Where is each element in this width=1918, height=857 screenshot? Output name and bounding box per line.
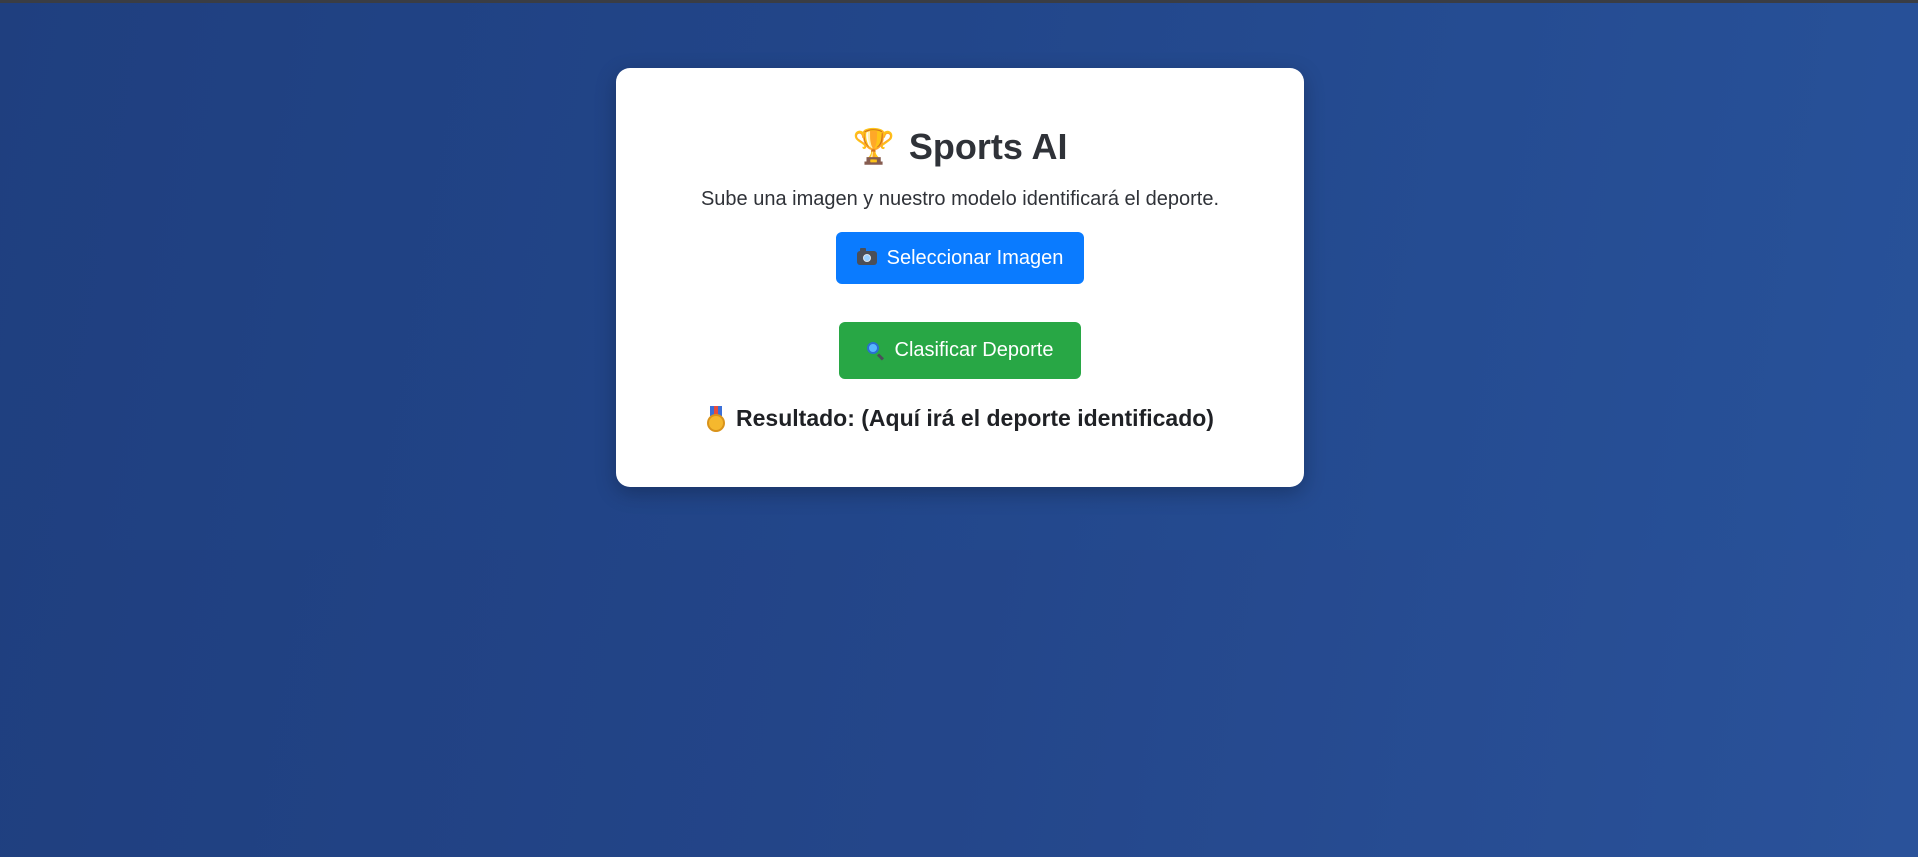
sports-ai-card: 🏆 Sports AI Sube una imagen y nuestro mo… bbox=[616, 68, 1304, 487]
select-image-button[interactable]: Seleccionar Imagen bbox=[836, 232, 1084, 284]
browser-top-edge bbox=[0, 0, 1918, 3]
camera-icon bbox=[856, 248, 877, 265]
trophy-icon: 🏆 bbox=[852, 127, 895, 167]
classify-sport-label: Clasificar Deporte bbox=[894, 339, 1054, 361]
page-title-text: Sports AI bbox=[908, 126, 1068, 167]
medal-icon bbox=[706, 405, 726, 432]
result-text: Resultado: (Aquí irá el deporte identifi… bbox=[616, 405, 1304, 432]
page-subtitle: Sube una imagen y nuestro modelo identif… bbox=[700, 188, 1220, 210]
classify-sport-button[interactable]: Clasificar Deporte bbox=[839, 322, 1081, 379]
magnifier-icon bbox=[866, 341, 885, 360]
background-band bbox=[0, 550, 1918, 857]
page-title: 🏆 Sports AI bbox=[616, 126, 1304, 168]
select-image-label: Seleccionar Imagen bbox=[886, 246, 1064, 269]
result-label: Resultado: (Aquí irá el deporte identifi… bbox=[736, 405, 1214, 431]
